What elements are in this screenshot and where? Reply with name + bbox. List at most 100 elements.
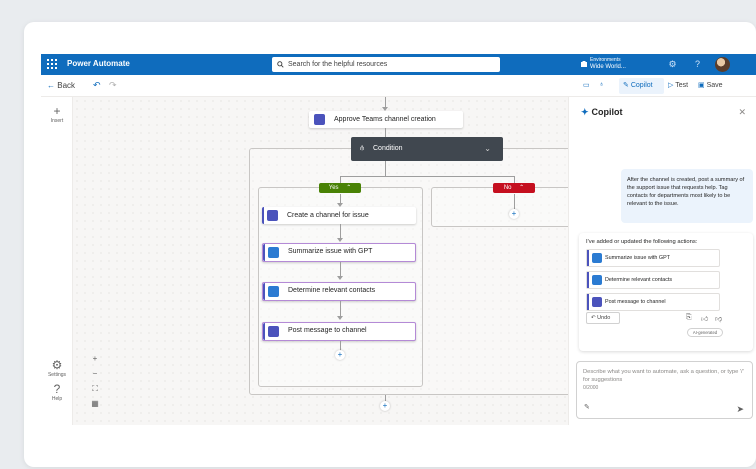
arrow-icon <box>337 316 343 320</box>
add-step-button[interactable]: + <box>380 401 390 411</box>
top-bar: Power Automate Search for the helpful re… <box>41 54 756 75</box>
response-action-post[interactable]: Post message to channel <box>586 293 720 311</box>
app-title[interactable]: Power Automate <box>67 59 130 68</box>
connector <box>514 194 515 209</box>
close-icon[interactable]: ✕ <box>738 107 746 118</box>
accent-bar <box>263 283 265 300</box>
help-icon[interactable]: ? <box>692 59 703 70</box>
gear-icon[interactable]: ⚙ <box>667 59 678 70</box>
chevron-up-icon: ⌃ <box>346 185 352 191</box>
comment-icon[interactable]: ▭ <box>583 81 590 89</box>
action-card-determine-contacts[interactable]: Determine relevant contacts <box>262 282 416 301</box>
accent-bar <box>262 207 264 224</box>
send-icon[interactable]: ➤ <box>736 405 744 414</box>
flow-canvas[interactable]: Approve Teams channel creation ⫛ Conditi… <box>73 97 568 425</box>
back-button[interactable]: ← Back <box>47 81 75 90</box>
checker-icon[interactable]: ♁ <box>599 81 604 88</box>
sparkle-icon: ✦ <box>581 107 589 117</box>
action-label: Determine relevant contacts <box>605 277 673 283</box>
action-label: Determine relevant contacts <box>288 287 376 294</box>
action-card-approve[interactable]: Approve Teams channel creation <box>309 111 463 128</box>
thumbs-up-icon[interactable]: 👍︎ <box>701 314 708 323</box>
help-icon: ? <box>53 382 61 396</box>
action-card-create-channel[interactable]: Create a channel for issue <box>262 207 416 224</box>
copy-icon[interactable]: ⎘ <box>686 314 692 322</box>
user-message: After the channel is created, post a sum… <box>621 169 753 223</box>
settings-button[interactable]: ⚙ Settings <box>41 358 73 379</box>
zoom-out-icon[interactable]: − <box>88 369 102 384</box>
save-button[interactable]: ▣ Save <box>698 81 723 89</box>
teams-icon <box>314 114 325 125</box>
add-step-button[interactable]: + <box>335 350 345 360</box>
yes-label: Yes <box>328 185 339 191</box>
chevron-down-icon[interactable]: ⌄ <box>484 137 491 161</box>
environment-label: Environments <box>590 57 621 63</box>
copilot-response: I've added or updated the following acti… <box>579 233 753 351</box>
accent-bar <box>587 250 589 266</box>
copilot-title: ✦ Copilot <box>581 107 623 118</box>
attach-icon[interactable]: ✎ <box>584 404 590 412</box>
back-label: Back <box>57 81 76 90</box>
teams-icon <box>592 297 602 307</box>
add-step-button[interactable]: + <box>509 209 519 219</box>
minimap-icon[interactable]: ▦ <box>88 399 102 414</box>
gear-icon: ⚙ <box>51 358 63 372</box>
condition-card[interactable]: ⫛ Condition ⌄ <box>351 137 503 161</box>
action-card-summarize[interactable]: Summarize issue with GPT <box>262 243 416 262</box>
environment-picker[interactable]: Environments Wide World... <box>590 57 626 71</box>
accent-bar <box>263 244 265 261</box>
undo-button[interactable]: ↶ Undo <box>586 312 620 324</box>
thumbs-down-icon[interactable]: 👎︎ <box>715 314 722 323</box>
test-button[interactable]: ▷ Test <box>668 81 688 89</box>
avatar[interactable] <box>715 57 730 72</box>
undo-icon[interactable]: ↶ <box>93 80 101 91</box>
condition-icon: ⫛ <box>360 145 365 152</box>
help-button[interactable]: ? Help <box>41 382 73 403</box>
compose-placeholder: Describe what you want to automate, ask … <box>583 369 744 383</box>
ai-builder-icon <box>592 275 602 285</box>
help-label: Help <box>51 396 63 402</box>
search-input[interactable]: Search for the helpful resources <box>272 57 500 72</box>
connector <box>340 224 341 239</box>
arrow-left-icon: ← <box>47 81 55 90</box>
response-action-determine[interactable]: Determine relevant contacts <box>586 271 720 289</box>
connector <box>340 262 341 277</box>
action-label: Post message to channel <box>605 299 666 305</box>
action-card-post-message[interactable]: Post message to channel <box>262 322 416 341</box>
environment-icon <box>581 61 587 67</box>
test-label: Test <box>675 82 689 89</box>
copilot-compose-input[interactable]: Describe what you want to automate, ask … <box>576 361 753 419</box>
redo-icon[interactable]: ↷ <box>109 80 117 91</box>
no-pill[interactable]: No ⌃ <box>493 183 535 193</box>
fit-view-icon[interactable]: ⛶ <box>88 384 102 399</box>
accent-bar <box>263 323 265 340</box>
search-placeholder: Search for the helpful resources <box>288 61 388 68</box>
arrow-icon <box>337 238 343 242</box>
teams-icon <box>267 210 278 221</box>
plus-icon: + <box>53 104 61 118</box>
action-label: Summarize issue with GPT <box>288 248 373 255</box>
condition-label: Condition <box>373 145 403 152</box>
response-text: I've added or updated the following acti… <box>586 239 698 245</box>
copilot-button[interactable]: ✎ Copilot <box>619 78 664 94</box>
ai-builder-icon <box>268 247 279 258</box>
compose-counter: 0/2000 <box>583 385 599 391</box>
accent-bar <box>587 272 589 288</box>
connector <box>340 301 341 317</box>
app-launcher-icon[interactable] <box>47 59 57 69</box>
yes-pill[interactable]: Yes ⌃ <box>319 183 361 193</box>
search-icon <box>277 61 284 68</box>
left-rail: + Insert ⚙ Settings ? Help <box>41 97 73 425</box>
insert-button[interactable]: + Insert <box>41 104 73 125</box>
copilot-panel: ✦ Copilot ✕ After the channel is created,… <box>568 97 756 425</box>
response-action-summarize[interactable]: Summarize issue with GPT <box>586 249 720 267</box>
action-label: Approve Teams channel creation <box>334 116 436 123</box>
no-branch <box>431 187 568 227</box>
ai-generated-badge: AI-generated <box>687 328 723 337</box>
save-icon: ▣ <box>698 82 705 89</box>
zoom-in-icon[interactable]: + <box>88 354 102 369</box>
ai-builder-icon <box>592 253 602 263</box>
zoom-controls: + − ⛶ ▦ <box>88 354 102 414</box>
command-bar: ← Back ↶ ↷ ▭ ♁ ✎ Copilot ▷ Test ▣ Save <box>41 75 756 97</box>
undo-label: Undo <box>597 315 611 321</box>
